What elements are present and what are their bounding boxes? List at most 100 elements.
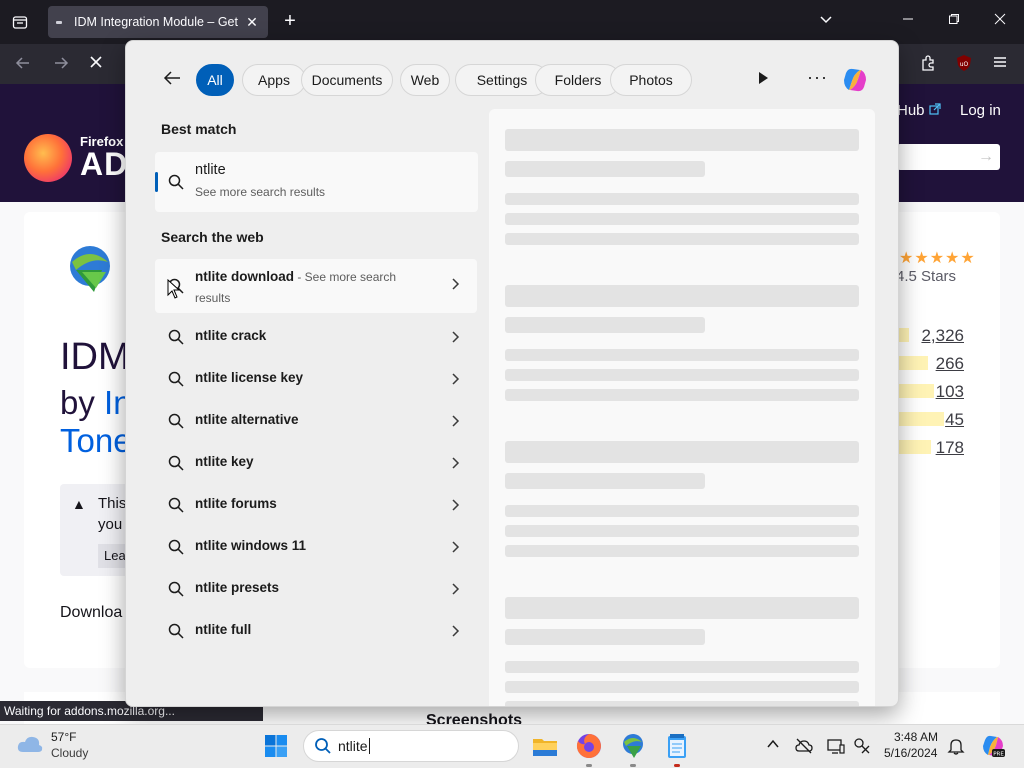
taskbar-search-input[interactable]: ntlite [303, 730, 519, 762]
addon-author-line2[interactable]: Tone [60, 422, 132, 460]
loading-skeleton-bar [505, 701, 859, 706]
addon-by-label: by [60, 384, 95, 421]
filter-chip-documents[interactable]: Documents [301, 64, 393, 96]
web-suggestion-item[interactable]: ntlite license key [155, 361, 477, 397]
cloudy-weather-icon[interactable] [16, 733, 44, 755]
filter-chip-apps[interactable]: Apps [242, 64, 306, 96]
tab-list-icon[interactable] [8, 10, 32, 34]
clock-time[interactable]: 3:48 AM [894, 730, 938, 744]
login-link[interactable]: Log in [960, 102, 1001, 119]
rating-breakdown-row[interactable]: 2,326 [896, 326, 1000, 346]
copilot-taskbar-icon[interactable]: PRE [980, 733, 1006, 759]
onedrive-offline-icon[interactable] [795, 737, 813, 755]
best-match-result[interactable]: ntlite See more search results [155, 152, 478, 212]
addon-title: IDM [60, 336, 130, 378]
site-search-input[interactable]: → [897, 144, 1000, 170]
loading-skeleton-bar [505, 629, 705, 645]
back-arrow-icon[interactable] [12, 54, 34, 76]
selection-accent [155, 172, 158, 192]
notepad-icon[interactable] [663, 732, 691, 767]
weather-temperature: 57°F [51, 730, 77, 744]
more-options-button[interactable]: ··· [807, 67, 828, 88]
idm-taskbar-icon[interactable] [619, 732, 647, 767]
network-icon[interactable] [853, 737, 871, 755]
notice-line-1: This [98, 495, 127, 512]
firefox-logo-icon[interactable] [24, 134, 72, 182]
web-suggestion-item[interactable]: ntlite alternative [155, 403, 477, 439]
list-all-tabs-icon[interactable] [816, 12, 836, 29]
chevron-right-icon[interactable] [449, 456, 461, 472]
close-window-icon[interactable] [990, 12, 1010, 28]
chevron-right-icon[interactable] [449, 414, 461, 430]
filter-chip-all[interactable]: All [196, 64, 234, 96]
windows-search-flyout: All Apps Documents Web Settings Folders Photos… [125, 40, 899, 707]
loading-skeleton-bar [505, 525, 859, 537]
loading-skeleton-bar [505, 473, 705, 489]
rating-count-link[interactable]: 45 [945, 410, 964, 430]
restore-icon[interactable] [944, 12, 964, 28]
loading-skeleton-bar [505, 161, 705, 177]
file-explorer-icon[interactable] [531, 732, 559, 760]
notification-bell-icon[interactable] [947, 737, 965, 755]
rating-count-link[interactable]: 178 [936, 438, 964, 458]
web-result-query: ntlite download - See more search [195, 269, 396, 284]
web-result-item[interactable]: ntlite download - See more search result… [155, 259, 477, 313]
menu-icon[interactable] [989, 54, 1011, 76]
chevron-right-icon[interactable] [449, 582, 461, 598]
filter-chip-folders[interactable]: Folders [535, 64, 621, 96]
web-suggestion-text: ntlite windows 11 [195, 538, 307, 553]
taskbar: 57°F Cloudy ntlite 3:48 AM 5/16/2024 PRE [0, 724, 1024, 768]
web-suggestion-item[interactable]: ntlite windows 11 [155, 529, 477, 565]
web-suggestion-item[interactable]: ntlite presets [155, 571, 477, 607]
filter-chip-web[interactable]: Web [400, 64, 450, 96]
web-suggestion-item[interactable]: ntlite crack [155, 319, 477, 355]
flyout-back-icon[interactable] [162, 69, 184, 89]
rating-stars-label: 4.5 Stars [896, 268, 957, 285]
filter-chip-photos[interactable]: Photos [610, 64, 692, 96]
chevron-right-icon[interactable] [449, 498, 461, 514]
svg-text:PRE: PRE [993, 751, 1004, 757]
loading-skeleton-bar [505, 389, 859, 401]
rating-breakdown-row[interactable]: 45 [896, 410, 1000, 430]
minimize-icon[interactable] [898, 12, 918, 28]
copilot-icon[interactable] [840, 65, 870, 95]
stop-loading-icon[interactable] [85, 54, 107, 76]
svg-text:uO: uO [960, 61, 969, 68]
loading-skeleton-bar [505, 597, 859, 619]
rating-count-link[interactable]: 266 [936, 354, 964, 374]
chevron-right-icon[interactable] [449, 540, 461, 556]
web-suggestion-item[interactable]: ntlite key [155, 445, 477, 481]
rating-count-link[interactable]: 2,326 [921, 326, 964, 346]
running-indicator [674, 764, 680, 767]
best-match-subtitle: See more search results [195, 185, 326, 199]
chevron-right-icon[interactable] [449, 624, 461, 640]
play-icon[interactable] [756, 71, 770, 85]
forward-arrow-icon[interactable] [50, 54, 72, 76]
web-suggestion-item[interactable]: ntlite forums [155, 487, 477, 523]
windows-start-icon[interactable] [264, 734, 288, 758]
rating-breakdown-row[interactable]: 178 [896, 438, 1000, 458]
rating-breakdown-row[interactable]: 266 [896, 354, 1000, 374]
firefox-taskbar-icon[interactable] [575, 732, 603, 767]
chevron-right-icon[interactable] [449, 372, 461, 388]
extensions-icon[interactable] [918, 54, 940, 76]
tab-close-icon[interactable]: ✕ [244, 14, 260, 31]
chevron-right-icon[interactable] [449, 330, 461, 346]
loading-skeleton-bar [505, 193, 859, 205]
loading-skeleton-bar [505, 505, 859, 517]
show-hidden-icons-chevron-icon[interactable] [764, 737, 782, 755]
external-link-icon [929, 103, 941, 115]
ublock-icon[interactable]: uO [953, 54, 975, 76]
developer-hub-link[interactable]: Hub [897, 102, 941, 119]
rating-breakdown-row[interactable]: 103 [896, 382, 1000, 402]
loading-skeleton-bar [505, 441, 859, 463]
rating-count-link[interactable]: 103 [936, 382, 964, 402]
display-settings-icon[interactable] [827, 737, 845, 755]
clock-date[interactable]: 5/16/2024 [884, 746, 937, 760]
new-tab-button[interactable]: + [280, 11, 300, 32]
chevron-right-icon[interactable] [449, 277, 461, 293]
search-submit-icon[interactable]: → [978, 148, 994, 166]
addon-author: by In [60, 384, 132, 422]
web-suggestion-item[interactable]: ntlite full [155, 613, 477, 649]
browser-tab[interactable]: IDM Integration Module – Get ✕ [48, 6, 268, 38]
